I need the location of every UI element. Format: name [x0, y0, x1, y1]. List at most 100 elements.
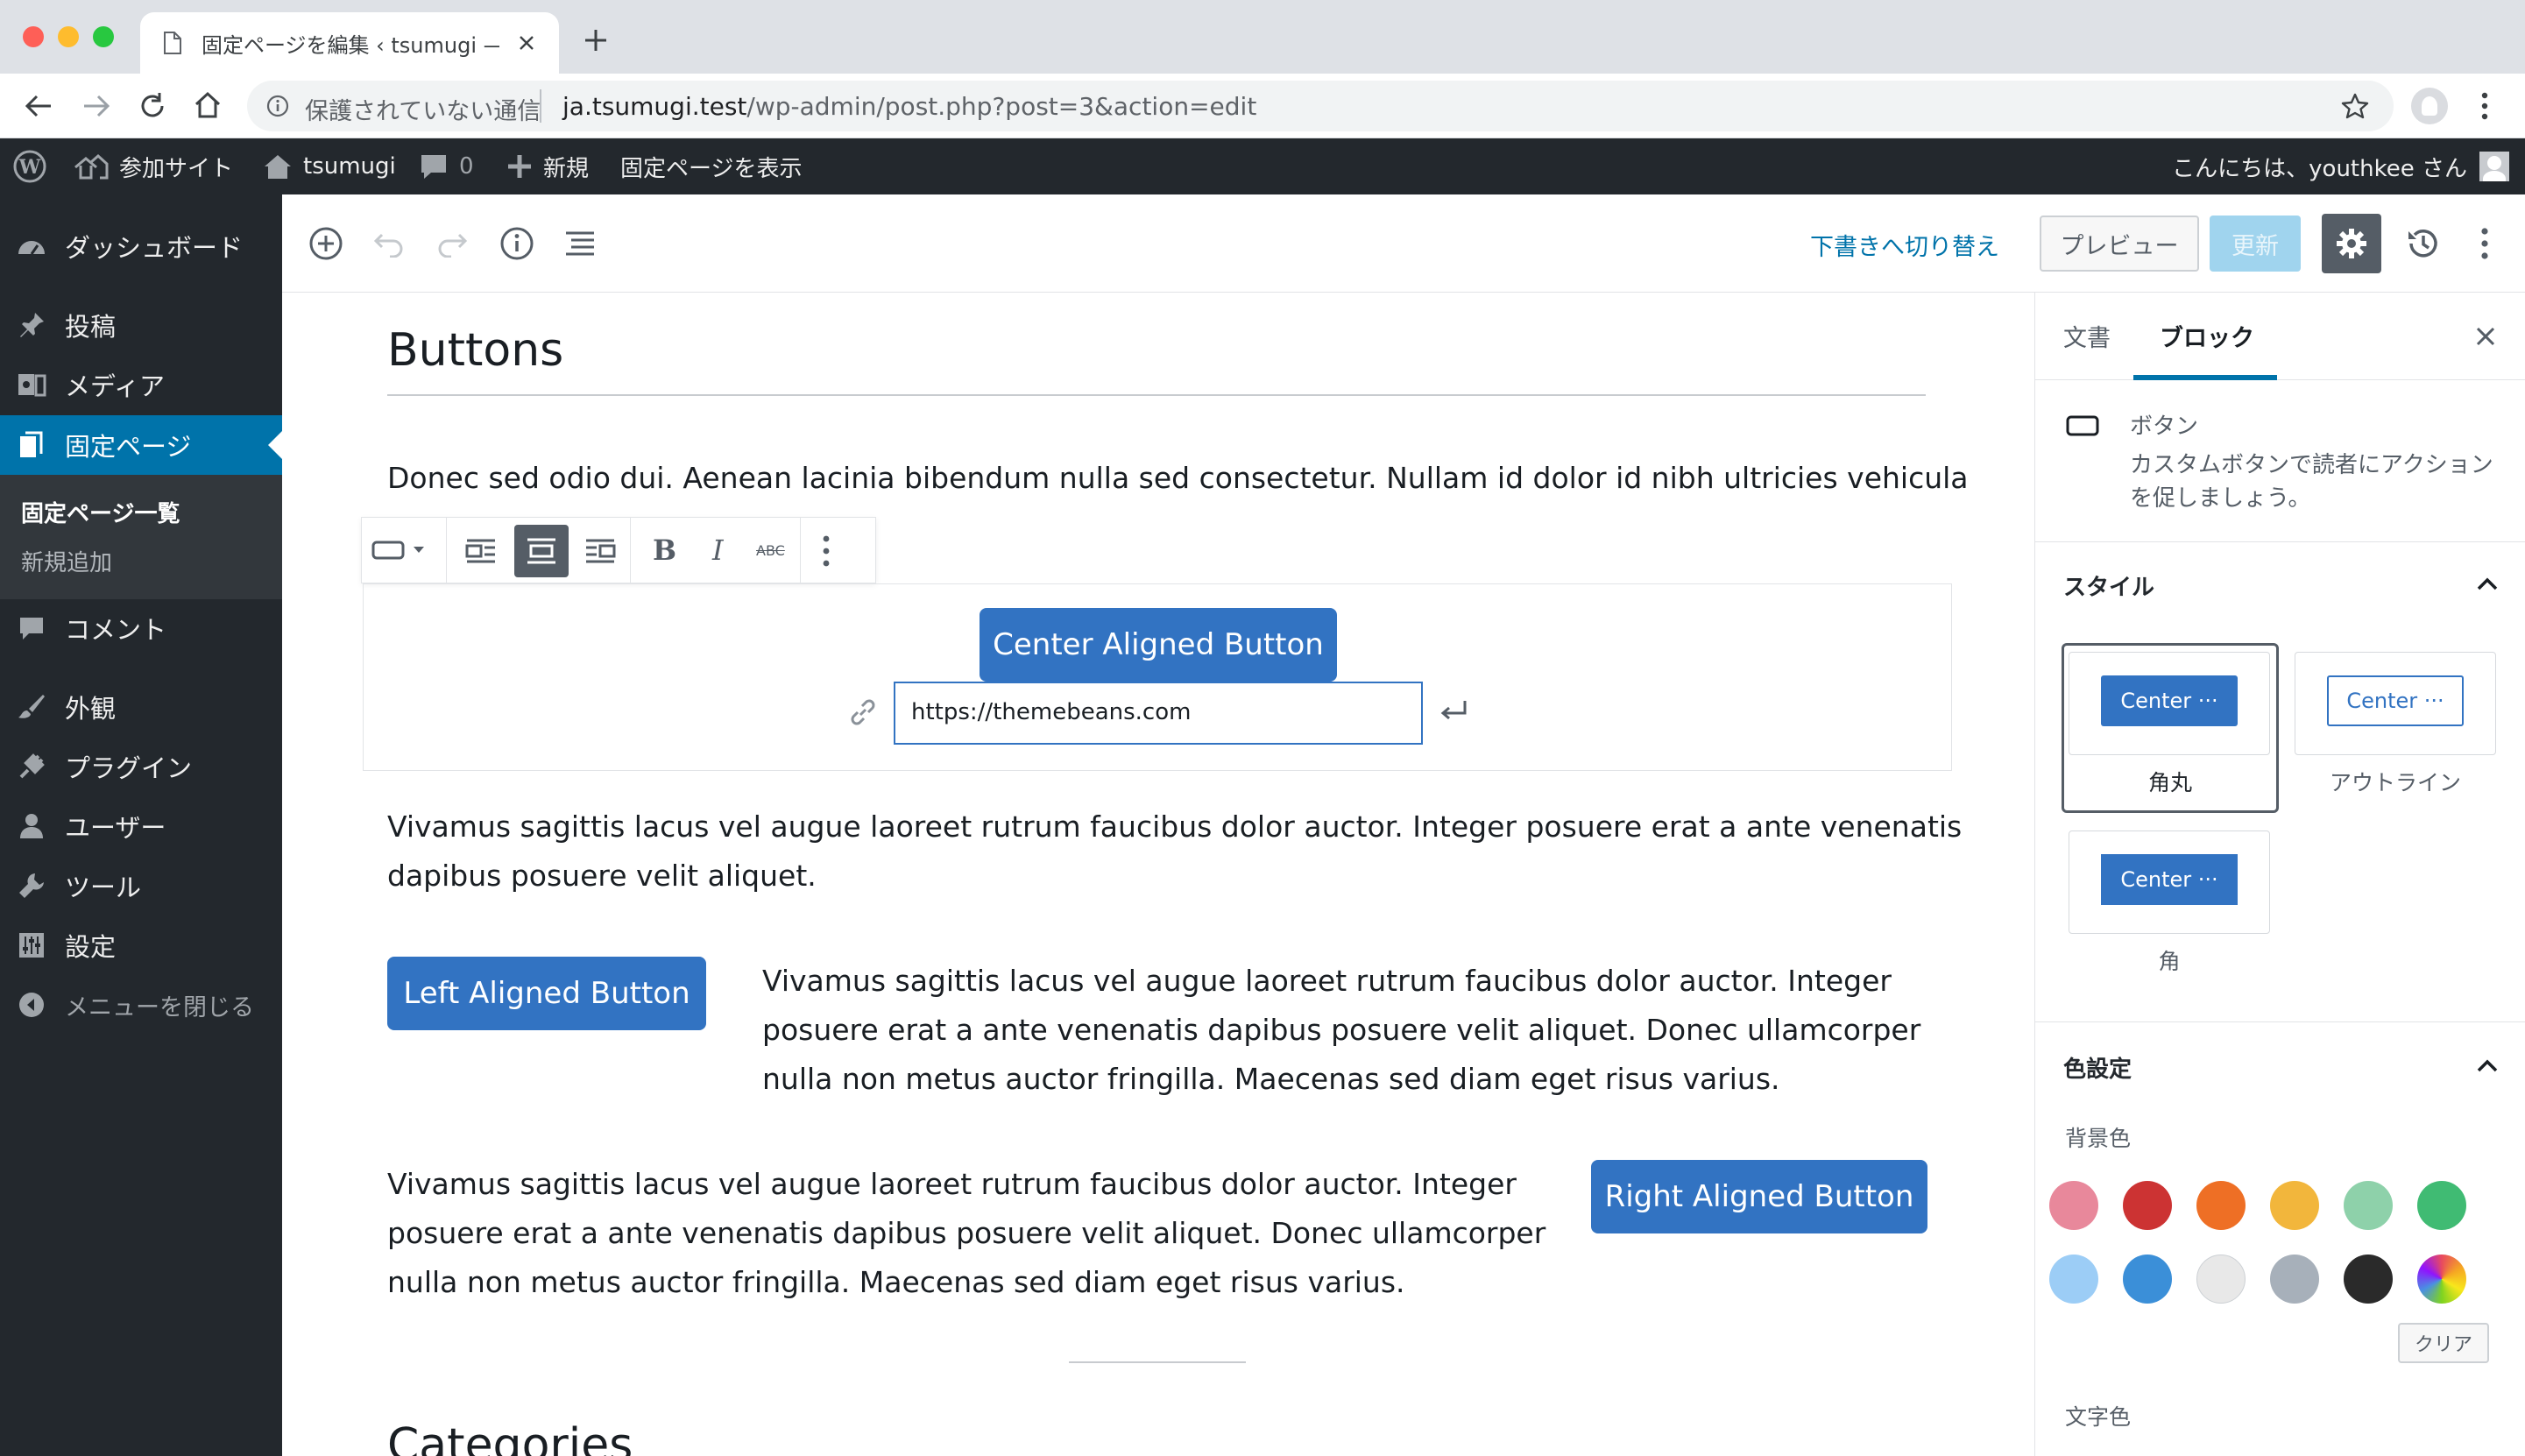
separator-block[interactable] [1069, 1361, 1246, 1363]
heading-block[interactable]: Categories [387, 1419, 633, 1456]
preview-button[interactable]: プレビュー [2040, 216, 2199, 272]
sidebar-item-label: 投稿 [65, 312, 117, 342]
sidebar-item-label: 設定 [65, 932, 117, 962]
color-swatch[interactable] [2344, 1255, 2393, 1304]
color-swatch[interactable] [2049, 1255, 2098, 1304]
forward-icon[interactable] [82, 93, 110, 119]
center-aligned-button[interactable]: Center Aligned Button [980, 608, 1337, 682]
home-icon[interactable] [193, 91, 223, 119]
chevron-up-icon[interactable] [2477, 1058, 2498, 1072]
profile-avatar-icon[interactable] [2411, 88, 2448, 124]
left-aligned-button[interactable]: Left Aligned Button [387, 957, 706, 1030]
sidebar-item-label: 外観 [65, 694, 117, 724]
sidebar-item-settings[interactable]: 設定 [0, 918, 282, 972]
sidebar-item-pages[interactable]: 固定ページ [0, 415, 282, 475]
color-swatch[interactable] [2196, 1255, 2246, 1304]
url-text[interactable]: ja.tsumugi.test/wp-admin/post.php?post=3… [562, 92, 1256, 121]
greeting-label: こんにちは、youthkee さん [2172, 155, 2467, 182]
apply-link-icon[interactable] [1439, 699, 1468, 725]
submenu-pages-all[interactable]: 固定ページ一覧 [21, 496, 180, 528]
zoom-window-icon[interactable] [93, 26, 114, 47]
account-menu[interactable]: こんにちは、youthkee さん [2172, 138, 2467, 194]
color-swatch[interactable] [2417, 1255, 2466, 1304]
settings-toggle-button[interactable] [2322, 214, 2381, 273]
color-swatch[interactable] [2049, 1181, 2098, 1230]
paragraph-block[interactable]: Vivamus sagittis lacus vel augue laoreet… [762, 957, 1920, 1104]
styles-panel-title[interactable]: スタイル [2063, 569, 2154, 602]
page-title[interactable]: Buttons [387, 324, 563, 377]
chevron-up-icon[interactable] [2477, 576, 2498, 590]
revisions-icon[interactable] [2406, 226, 2441, 261]
style-label: アウトライン [2329, 770, 2461, 795]
color-swatch[interactable] [2270, 1181, 2319, 1230]
back-icon[interactable] [25, 93, 53, 119]
color-swatch[interactable] [2123, 1181, 2172, 1230]
page-icon [164, 32, 181, 54]
sidebar-item-dashboard[interactable]: ダッシュボード [0, 219, 282, 273]
comment-bubble-icon [421, 155, 446, 179]
align-left-icon[interactable] [465, 537, 497, 565]
color-swatch[interactable] [2270, 1255, 2319, 1304]
paragraph-block[interactable]: Vivamus sagittis lacus vel augue laoreet… [387, 1160, 1545, 1307]
more-options-icon[interactable] [2479, 226, 2490, 261]
block-switcher[interactable] [371, 530, 425, 570]
new-tab-icon[interactable] [584, 28, 608, 53]
user-avatar[interactable] [2479, 152, 2509, 181]
view-page-link[interactable]: 固定ページを表示 [620, 138, 802, 194]
align-center-button[interactable] [514, 525, 569, 577]
address-bar[interactable]: 保護されていない通信 ja.tsumugi.test/wp-admin/post… [247, 81, 2394, 131]
switch-to-draft-link[interactable]: 下書きへ切り替え [1810, 228, 1999, 262]
undo-icon[interactable] [373, 228, 405, 258]
close-tab-icon[interactable] [517, 33, 536, 53]
new-content-menu[interactable]: 新規 [506, 138, 589, 194]
strikethrough-icon[interactable]: ABC [756, 542, 785, 559]
align-right-icon[interactable] [584, 537, 616, 565]
reload-icon[interactable] [138, 91, 166, 121]
site-name-menu[interactable]: tsumugi [263, 138, 396, 194]
tab-document[interactable]: 文書 [2063, 319, 2111, 353]
add-block-icon[interactable] [308, 226, 343, 261]
paragraph-block[interactable]: Donec sed odio dui. Aenean lacinia biben… [387, 454, 1969, 503]
style-option-square[interactable]: Center ··· [2069, 830, 2270, 934]
style-option-outline[interactable]: Center ··· [2295, 652, 2496, 755]
right-aligned-button[interactable]: Right Aligned Button [1591, 1160, 1927, 1233]
bookmark-star-icon[interactable] [2341, 93, 2369, 119]
color-swatch[interactable] [2123, 1255, 2172, 1304]
info-icon[interactable] [266, 95, 289, 117]
my-sites-menu[interactable]: 参加サイト [74, 138, 233, 194]
tab-title: 固定ページを編集 ‹ tsumugi — W [202, 33, 499, 58]
submenu-pages-add[interactable]: 新規追加 [21, 545, 112, 577]
block-navigation-icon[interactable] [564, 230, 596, 258]
redo-icon[interactable] [436, 228, 468, 258]
color-swatch[interactable] [2196, 1181, 2246, 1230]
color-swatch[interactable] [2344, 1181, 2393, 1230]
clear-color-button[interactable]: クリア [2398, 1323, 2489, 1363]
sidebar-item-comments[interactable]: コメント [0, 601, 282, 655]
sidebar-item-users[interactable]: ユーザー [0, 799, 282, 853]
sidebar-item-media[interactable]: メディア [0, 357, 282, 412]
bold-icon[interactable]: B [653, 534, 676, 567]
color-swatch[interactable] [2417, 1181, 2466, 1230]
sidebar-item-plugins[interactable]: プラグイン [0, 739, 282, 794]
sidebar-item-posts[interactable]: 投稿 [0, 298, 282, 352]
style-preview-button: Center ··· [2101, 675, 2238, 726]
info-icon[interactable] [499, 226, 534, 261]
tab-block[interactable]: ブロック [2160, 319, 2254, 353]
close-icon[interactable] [2475, 326, 2496, 347]
url-input[interactable]: https://themebeans.com [894, 682, 1423, 745]
update-button[interactable]: 更新 [2210, 216, 2301, 272]
close-window-icon[interactable] [23, 26, 44, 47]
italic-icon[interactable]: I [712, 534, 724, 567]
minimize-window-icon[interactable] [58, 26, 79, 47]
paragraph-block[interactable]: Vivamus sagittis lacus vel augue laoreet… [387, 802, 1962, 901]
comments-menu[interactable]: 0 [419, 138, 474, 194]
sidebar-item-appearance[interactable]: 外観 [0, 680, 282, 734]
chevron-down-icon [414, 547, 424, 553]
collapse-menu-button[interactable]: メニューを閉じる [0, 978, 282, 1032]
browser-tab[interactable]: 固定ページを編集 ‹ tsumugi — W [140, 12, 559, 74]
wp-logo-icon[interactable]: W [12, 138, 47, 194]
color-panel-title[interactable]: 色設定 [2063, 1051, 2132, 1084]
sidebar-item-tools[interactable]: ツール [0, 859, 282, 913]
more-options-icon[interactable] [821, 534, 831, 569]
browser-menu-icon[interactable] [2479, 91, 2490, 121]
